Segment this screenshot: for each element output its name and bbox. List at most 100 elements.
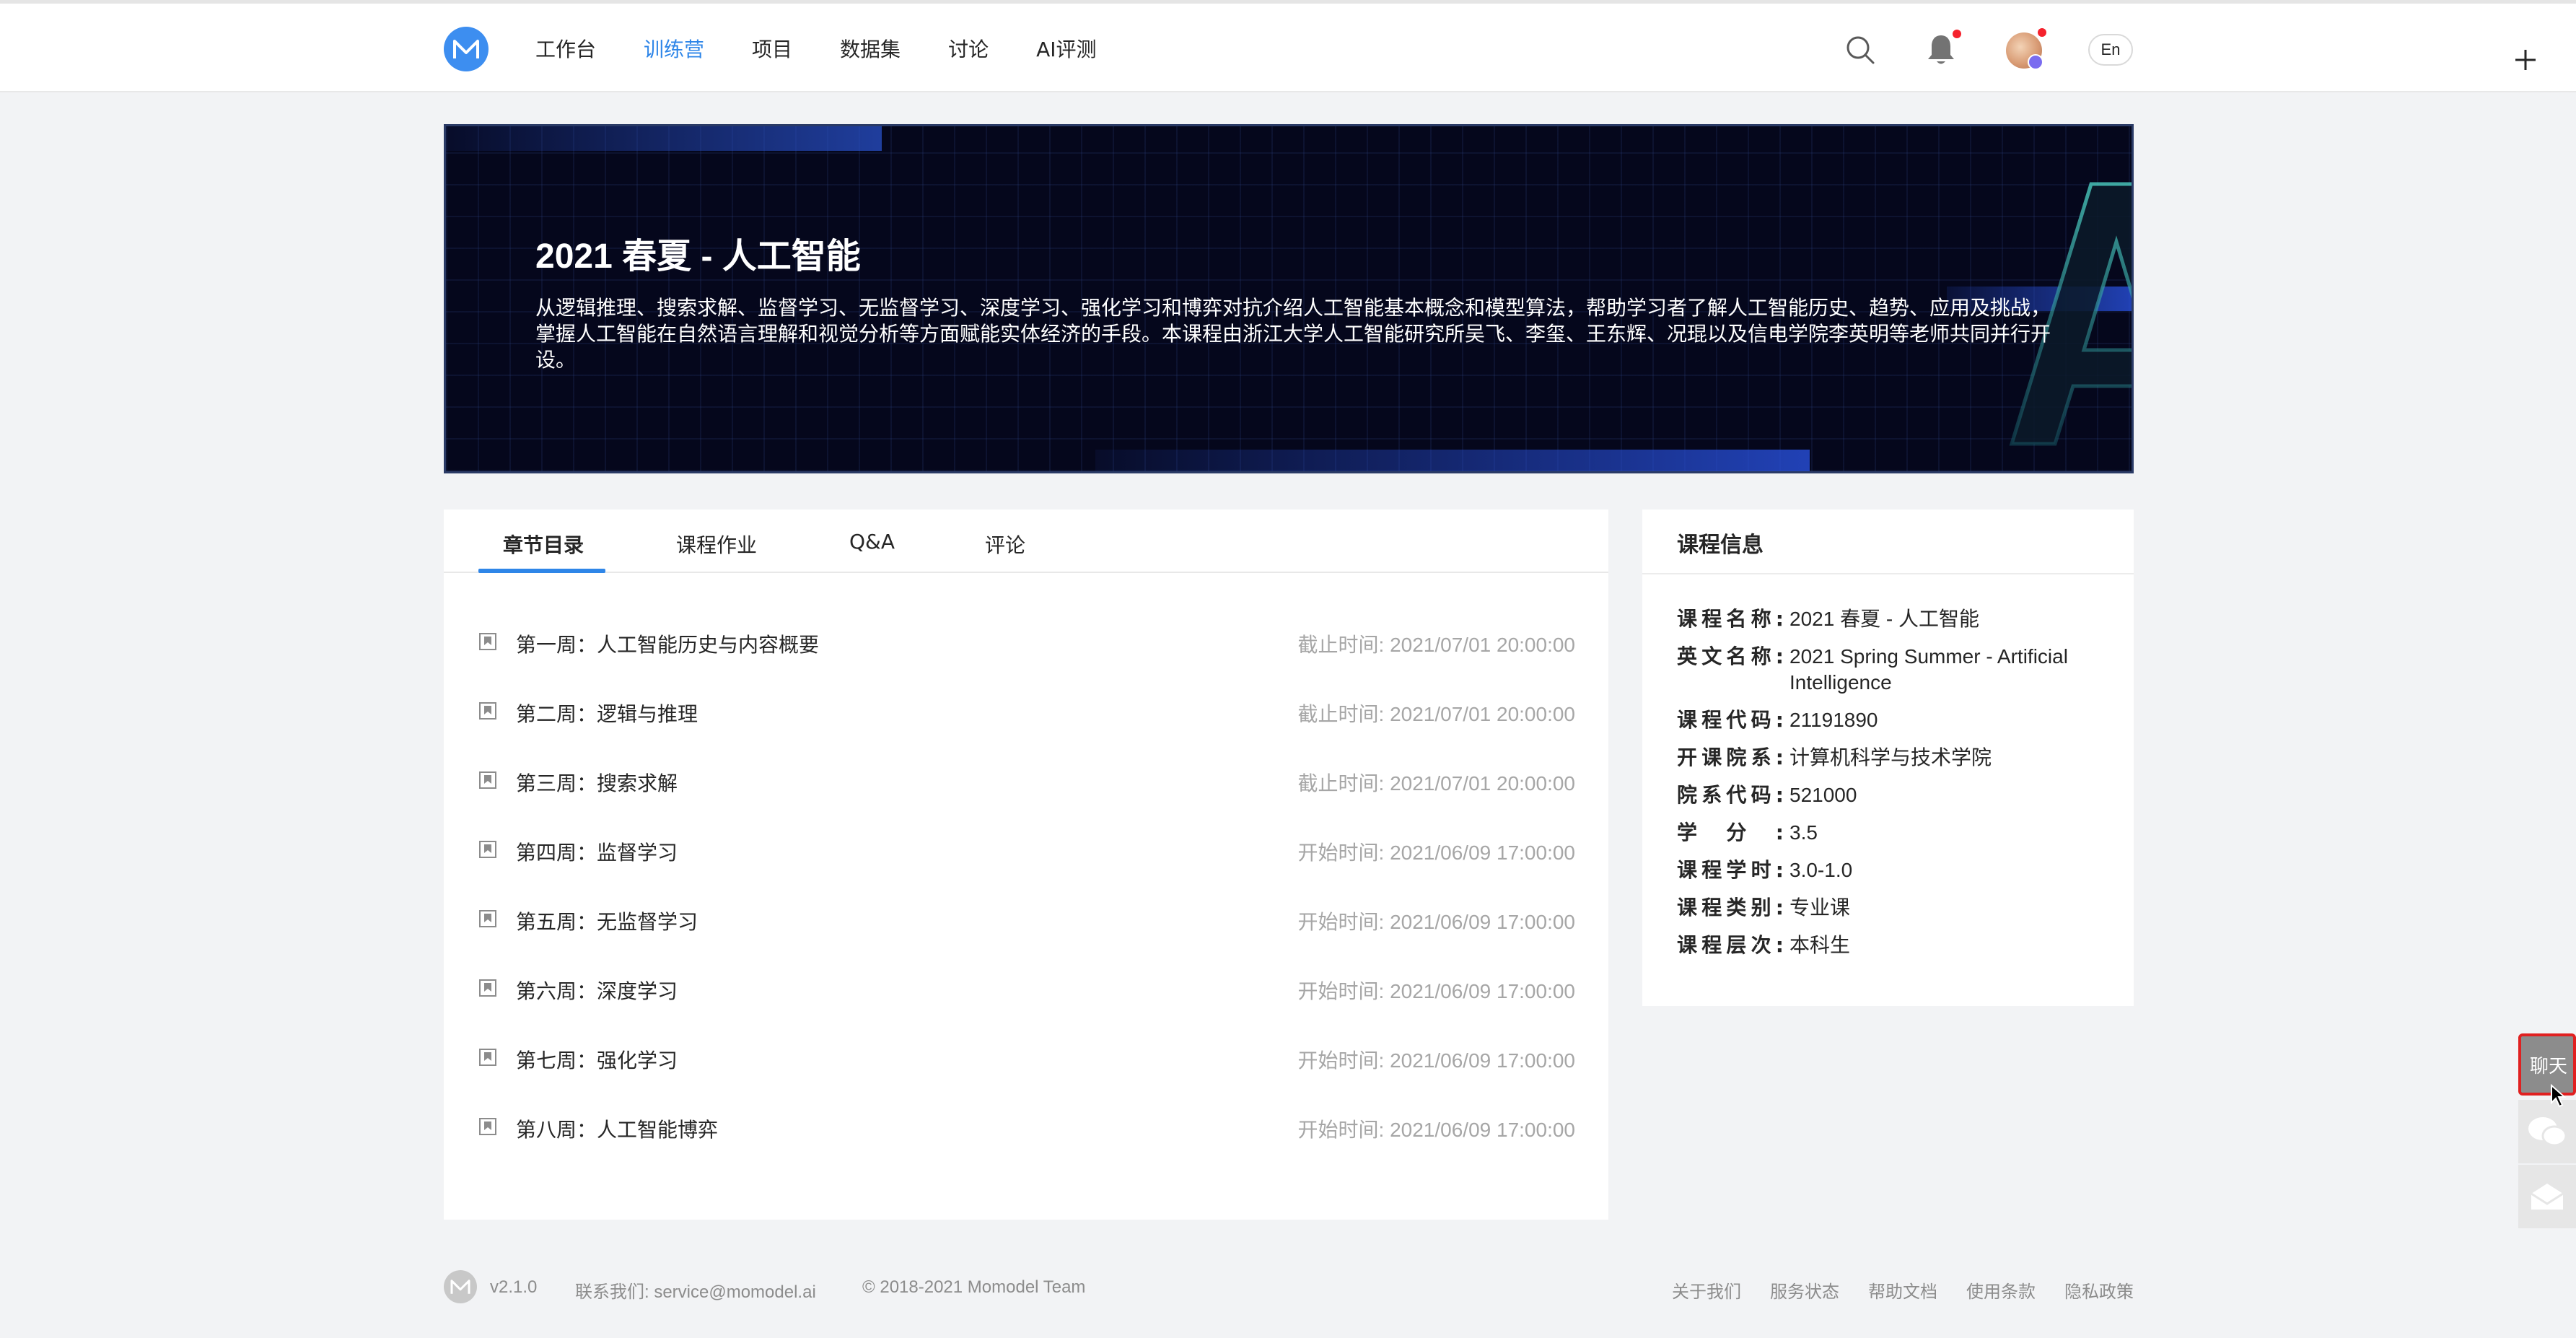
course-title: 2021 春夏 - 人工智能 <box>535 237 861 276</box>
m-logo-icon <box>450 1280 470 1294</box>
chapter-item[interactable]: 第五周：无监督学习 开始时间: 2021/06/09 17:00:00 <box>478 906 1575 935</box>
info-value: 3.5 <box>1789 821 1818 844</box>
chapter-item[interactable]: 第二周：逻辑与推理 截止时间: 2021/07/01 20:00:00 <box>478 699 1575 727</box>
chapter-item[interactable]: 第一周：人工智能历史与内容概要 截止时间: 2021/07/01 20:00:0… <box>478 629 1575 658</box>
course-banner: 2021 春夏 - 人工智能 从逻辑推理、搜索求解、监督学习、无监督学习、深度学… <box>444 124 2134 473</box>
chapter-item[interactable]: 第六周：深度学习 开始时间: 2021/06/09 17:00:00 <box>478 976 1575 1005</box>
wechat-icon <box>2528 1117 2567 1147</box>
top-navigation-bar: 工作台 训练营 项目 数据集 讨论 AI评测 En <box>0 0 2576 92</box>
nav-item-discussion[interactable]: 讨论 <box>948 34 989 63</box>
bookmark-icon <box>479 1049 496 1066</box>
footer-link-status[interactable]: 服务状态 <box>1770 1277 1839 1303</box>
bookmark-icon <box>479 1118 496 1135</box>
mail-icon <box>2531 1184 2564 1210</box>
wechat-button[interactable] <box>2518 1100 2576 1163</box>
main-nav: 工作台 训练营 项目 数据集 讨论 AI评测 <box>535 4 1144 93</box>
footer-link-privacy[interactable]: 隐私政策 <box>2064 1277 2134 1303</box>
chapter-title: 第四周：监督学习 <box>516 841 678 865</box>
nav-item-training-camp[interactable]: 训练营 <box>644 34 704 63</box>
m-logo-icon <box>453 40 479 58</box>
info-label: 开课院系: <box>1677 745 1784 769</box>
banner-light-streak <box>446 126 882 151</box>
chapter-title: 第六周：深度学习 <box>516 979 678 1003</box>
avatar-notification-dot <box>2038 28 2046 37</box>
course-info-header: 课程信息 <box>1642 510 2134 574</box>
bookmark-icon <box>479 979 496 997</box>
nav-item-datasets[interactable]: 数据集 <box>840 34 901 63</box>
info-value: 计算机科学与技术学院 <box>1789 746 1992 769</box>
chapter-time: 截止时间: 2021/07/01 20:00:00 <box>1297 772 1575 795</box>
chapter-item[interactable]: 第七周：强化学习 开始时间: 2021/06/09 17:00:00 <box>478 1045 1575 1074</box>
tab-qa[interactable]: Q&A <box>849 530 895 554</box>
notification-dot <box>1953 30 1961 38</box>
footer-contact[interactable]: 联系我们: service@momodel.ai <box>575 1277 816 1303</box>
chapter-item[interactable]: 第四周：监督学习 开始时间: 2021/06/09 17:00:00 <box>478 837 1575 866</box>
chapter-time: 开始时间: 2021/06/09 17:00:00 <box>1297 1119 1575 1141</box>
chapter-title: 第二周：逻辑与推理 <box>516 702 698 726</box>
chapter-time: 开始时间: 2021/06/09 17:00:00 <box>1297 841 1575 864</box>
tab-course-assignments[interactable]: 课程作业 <box>676 530 757 559</box>
language-toggle-button[interactable]: En <box>2088 34 2133 66</box>
info-value: 2021 Spring Summer - Artificial Intellig… <box>1789 645 2068 694</box>
footer-copyright: © 2018-2021 Momodel Team <box>862 1277 1086 1297</box>
info-label: 学分: <box>1677 821 1784 844</box>
banner-light-streak <box>1095 450 1810 471</box>
momodel-logo[interactable] <box>444 27 489 71</box>
chapter-item[interactable]: 第八周：人工智能博弈 开始时间: 2021/06/09 17:00:00 <box>478 1114 1575 1143</box>
chapter-item[interactable]: 第三周：搜索求解 截止时间: 2021/07/01 20:00:00 <box>478 768 1575 797</box>
search-icon[interactable] <box>1844 34 1876 66</box>
info-label: 英文名称: <box>1677 644 1784 668</box>
course-description: 从逻辑推理、搜索求解、监督学习、无监督学习、深度学习、强化学习和博弈对抗介绍人工… <box>535 296 2051 372</box>
info-label: 课程学时: <box>1677 858 1784 882</box>
footer-version: v2.1.0 <box>490 1277 538 1297</box>
avatar-badge-icon <box>2028 54 2043 70</box>
info-value: 521000 <box>1789 784 1857 806</box>
bookmark-icon <box>479 633 496 650</box>
footer-link-about[interactable]: 关于我们 <box>1672 1277 1741 1303</box>
info-value: 3.0-1.0 <box>1789 859 1853 881</box>
chapter-panel: 章节目录 课程作业 Q&A 评论 第一周：人工智能历史与内容概要 截止时间: 2… <box>444 510 1608 1220</box>
chapter-time: 开始时间: 2021/06/09 17:00:00 <box>1297 911 1575 933</box>
footer-logo <box>444 1270 477 1303</box>
info-value: 专业课 <box>1789 896 1851 919</box>
chapter-time: 截止时间: 2021/07/01 20:00:00 <box>1297 703 1575 725</box>
footer-link-terms[interactable]: 使用条款 <box>1966 1277 2036 1303</box>
active-tab-indicator <box>478 569 605 573</box>
footer: v2.1.0 联系我们: service@momodel.ai © 2018-2… <box>444 1270 2134 1306</box>
course-info-panel: 课程信息 课程名称: 2021 春夏 - 人工智能 英文名称: 2021 Spr… <box>1642 510 2134 1006</box>
bookmark-icon <box>479 771 496 789</box>
info-value: 21191890 <box>1789 709 1878 731</box>
bookmark-icon <box>479 702 496 720</box>
course-tabs: 章节目录 课程作业 Q&A 评论 <box>444 510 1608 573</box>
info-label: 课程类别: <box>1677 896 1784 919</box>
chapter-time: 开始时间: 2021/06/09 17:00:00 <box>1297 1049 1575 1072</box>
nav-item-projects[interactable]: 项目 <box>752 34 792 63</box>
info-label: 院系代码: <box>1677 783 1784 807</box>
nav-item-ai-evaluation[interactable]: AI评测 <box>1036 34 1096 63</box>
chapter-time: 截止时间: 2021/07/01 20:00:00 <box>1297 634 1575 656</box>
footer-link-help[interactable]: 帮助文档 <box>1868 1277 1937 1303</box>
info-label: 课程层次: <box>1677 933 1784 957</box>
bookmark-icon <box>479 910 496 927</box>
footer-links: 关于我们 服务状态 帮助文档 使用条款 隐私政策 <box>1643 1277 2134 1303</box>
mouse-cursor-icon <box>2551 1084 2566 1108</box>
bell-icon[interactable] <box>1925 32 1957 67</box>
chapter-title: 第一周：人工智能历史与内容概要 <box>516 633 820 657</box>
tab-chapter-catalog[interactable]: 章节目录 <box>503 530 584 559</box>
chapter-title: 第三周：搜索求解 <box>516 771 678 795</box>
chapter-time: 开始时间: 2021/06/09 17:00:00 <box>1297 980 1575 1002</box>
chapter-title: 第五周：无监督学习 <box>516 910 698 934</box>
info-label: 课程名称: <box>1677 607 1784 631</box>
chapter-title: 第八周：人工智能博弈 <box>516 1118 719 1142</box>
info-value: 本科生 <box>1789 934 1851 956</box>
plus-icon[interactable] <box>2511 45 2540 74</box>
info-label: 课程代码: <box>1677 708 1784 732</box>
info-value: 2021 春夏 - 人工智能 <box>1789 608 1979 630</box>
chat-button[interactable]: 聊天 <box>2518 1033 2576 1096</box>
course-info-title: 课程信息 <box>1677 533 1764 558</box>
chapter-title: 第七周：强化学习 <box>516 1049 678 1072</box>
mail-button[interactable] <box>2518 1165 2576 1228</box>
bookmark-icon <box>479 841 496 858</box>
tab-comments[interactable]: 评论 <box>985 530 1025 559</box>
nav-item-workbench[interactable]: 工作台 <box>535 34 596 63</box>
